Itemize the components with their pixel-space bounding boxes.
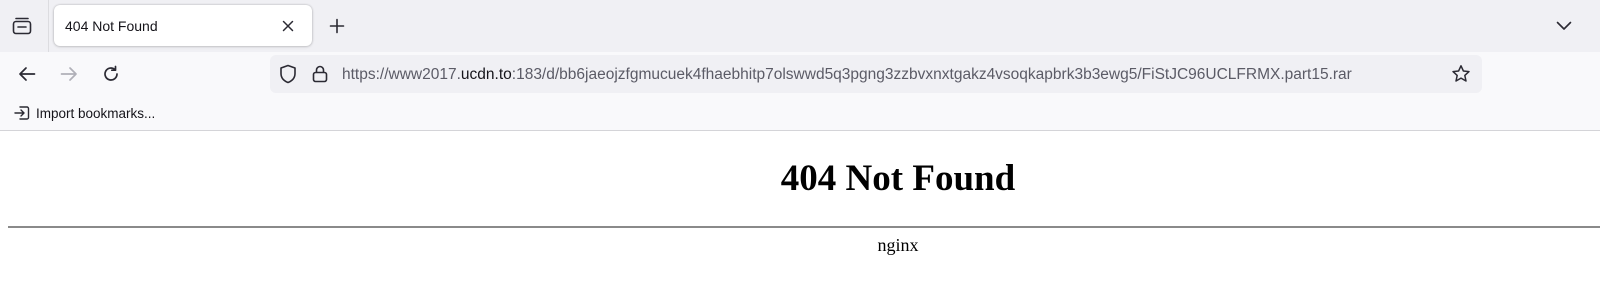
shield-icon [279, 64, 297, 84]
plus-icon [329, 18, 345, 34]
close-icon [282, 20, 294, 32]
list-all-tabs-button[interactable] [1550, 12, 1578, 40]
reload-icon [102, 65, 120, 83]
tab-active[interactable]: 404 Not Found [54, 5, 312, 46]
star-icon [1451, 64, 1471, 84]
tab-separator [48, 0, 49, 52]
tab-title: 404 Not Found [65, 18, 158, 34]
site-info-button[interactable] [310, 64, 330, 84]
tab-overview-button[interactable] [8, 12, 36, 40]
server-signature: nginx [877, 235, 919, 255]
url-domain: ucdn.to [460, 66, 512, 83]
page-title: 404 Not Found [780, 158, 1016, 199]
bookmarks-toolbar: Import bookmarks... [0, 96, 1600, 131]
tab-strip: 404 Not Found [0, 0, 1600, 52]
import-bookmarks-button[interactable]: Import bookmarks... [10, 102, 159, 124]
reload-button[interactable] [95, 58, 127, 90]
tracking-protection-button[interactable] [278, 64, 298, 84]
url-prefix: https://www2017. [342, 66, 461, 83]
navigation-toolbar: https://www2017.ucdn.to:183/d/bb6jaeojzf… [0, 52, 1600, 96]
arrow-right-icon [60, 66, 78, 82]
import-icon [14, 105, 30, 121]
browser-window: 404 Not Found https://www2017.ucdn.to:18… [0, 0, 1600, 287]
lock-icon [312, 65, 328, 83]
tab-close-button[interactable] [275, 13, 301, 39]
bookmark-page-button[interactable] [1450, 63, 1472, 85]
tab-overview-icon [12, 17, 32, 35]
import-bookmarks-label: Import bookmarks... [36, 105, 156, 121]
url-text[interactable]: https://www2017.ucdn.to:183/d/bb6jaeojzf… [342, 66, 1402, 84]
new-tab-button[interactable] [324, 13, 350, 39]
chevron-down-icon [1556, 21, 1572, 31]
url-bar[interactable]: https://www2017.ucdn.to:183/d/bb6jaeojzf… [270, 55, 1482, 93]
forward-button[interactable] [53, 58, 85, 90]
horizontal-rule [8, 226, 1600, 228]
page-content: 404 Not Found nginx [0, 131, 1600, 287]
url-path: :183/d/bb6jaeojzfgmucuek4fhaebhitp7olsww… [511, 66, 1352, 83]
back-button[interactable] [11, 58, 43, 90]
arrow-left-icon [18, 66, 36, 82]
